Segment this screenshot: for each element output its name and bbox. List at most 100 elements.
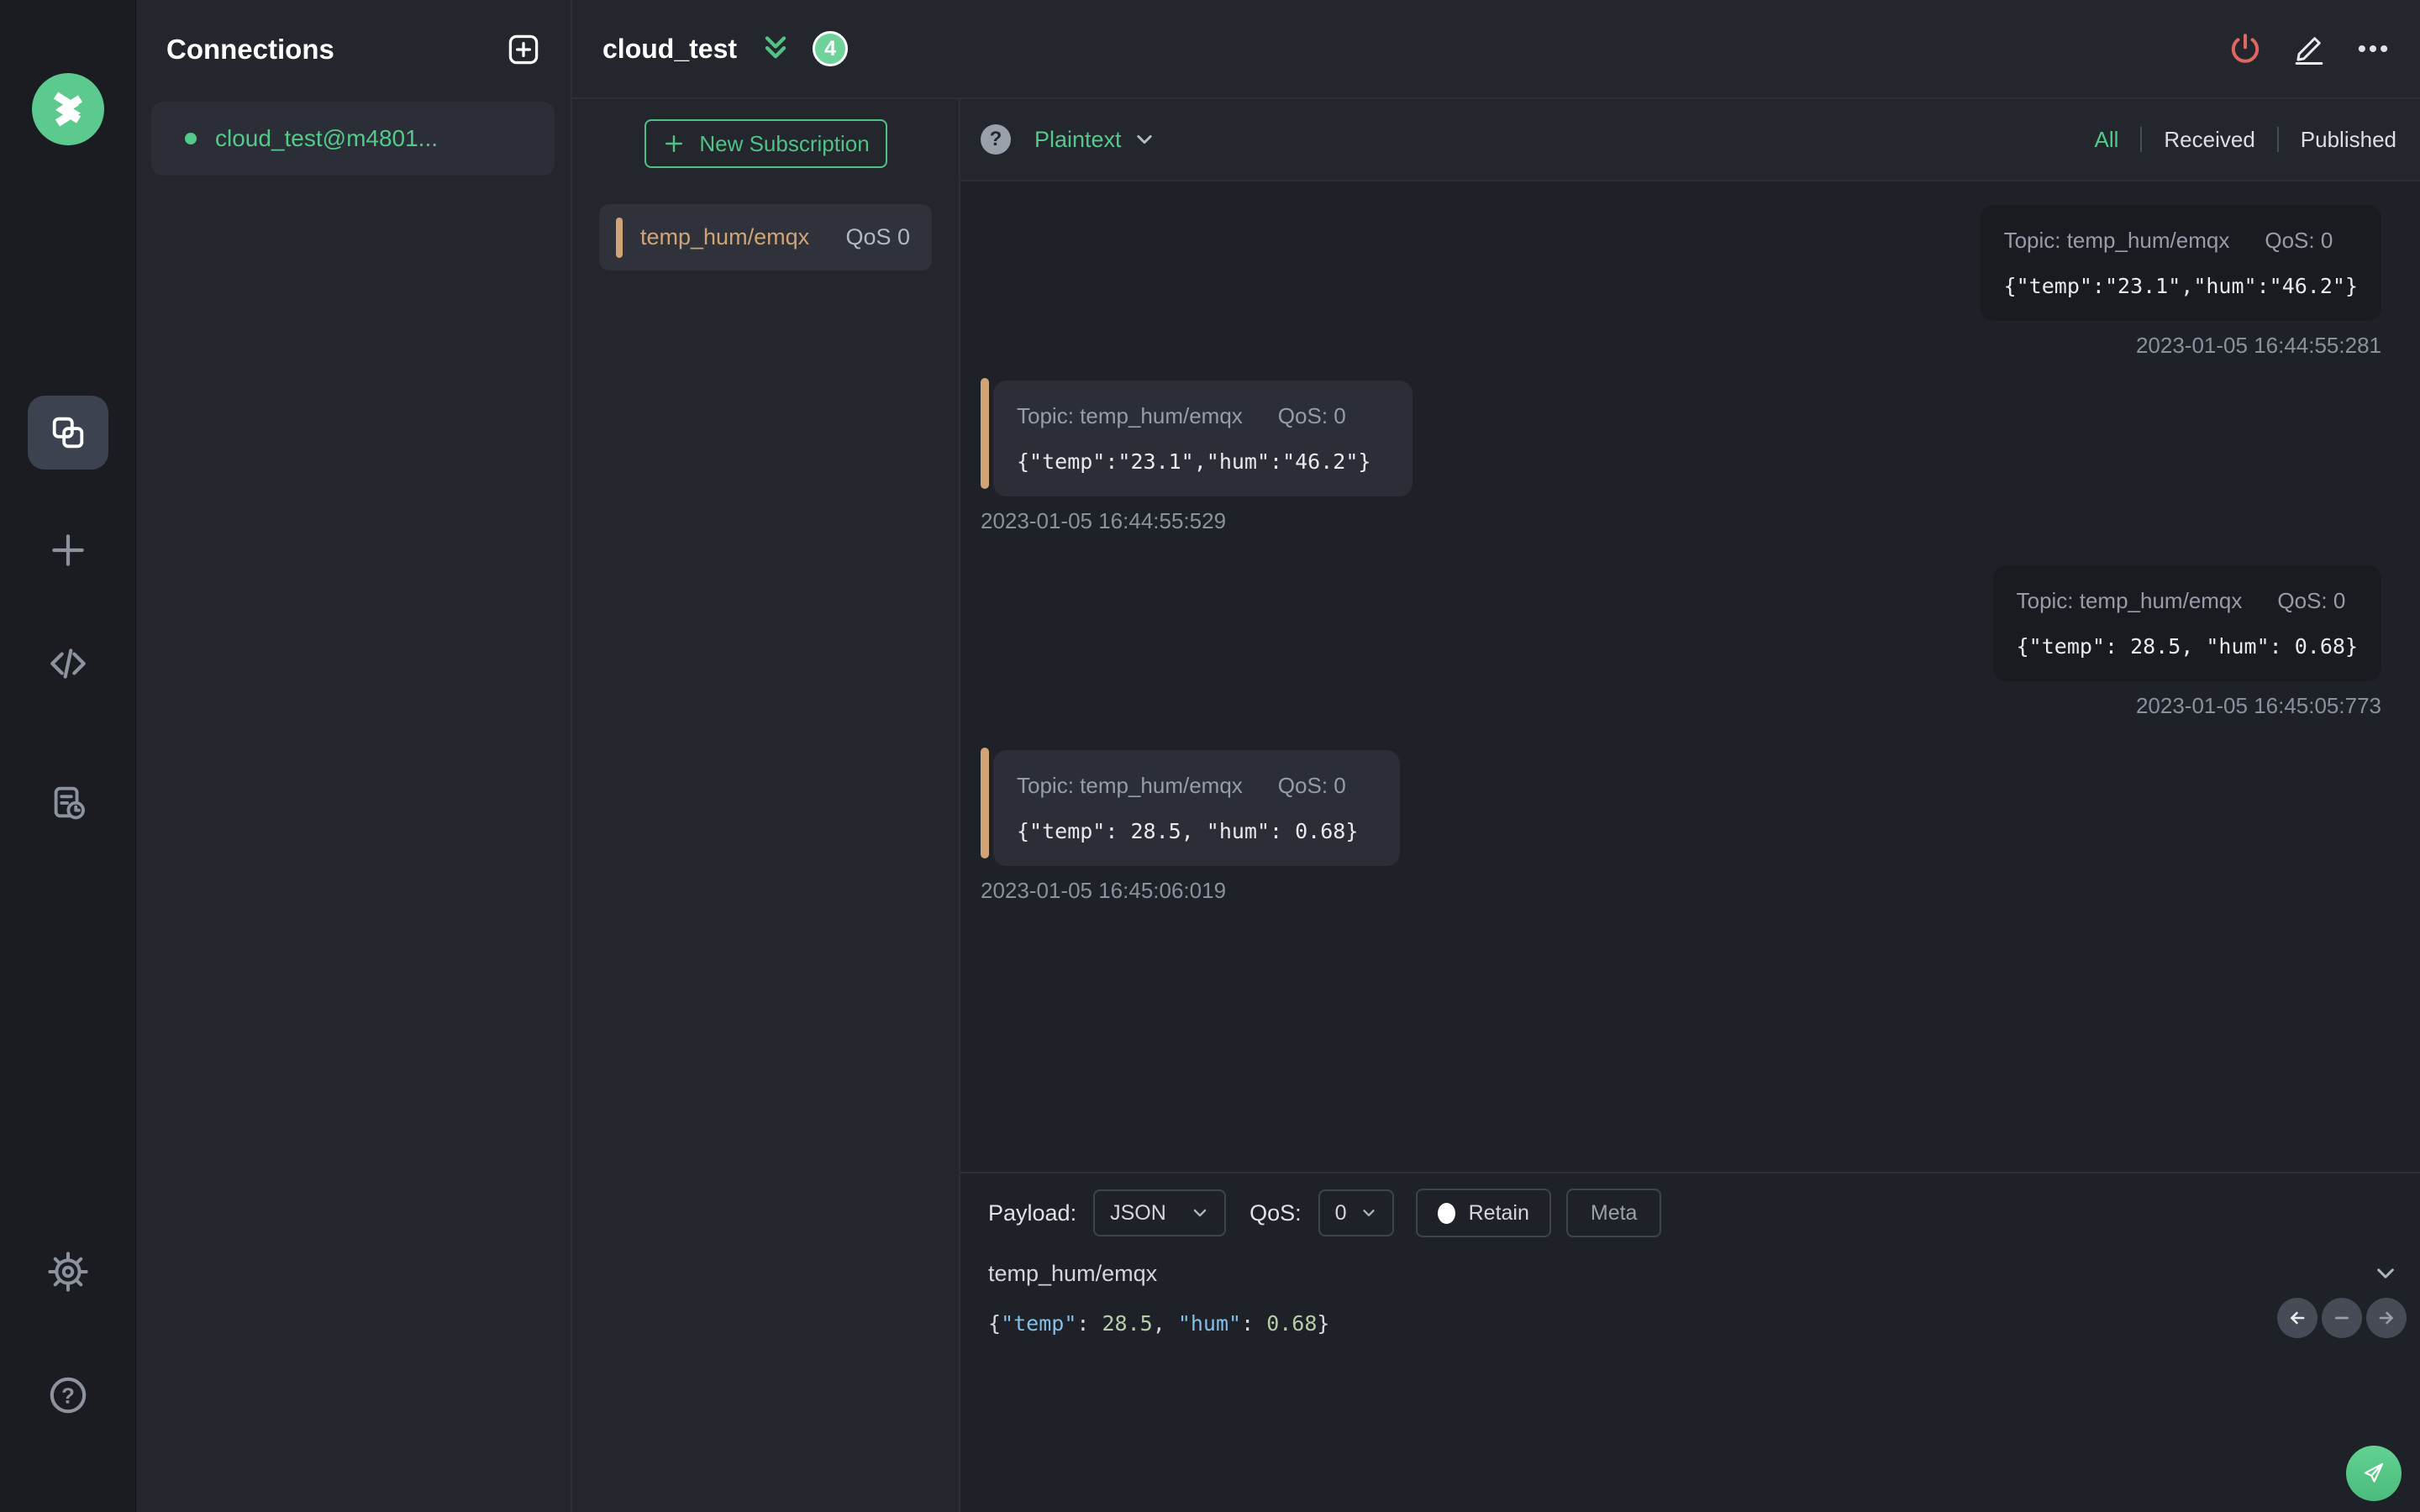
subscription-qos: QoS 0 <box>845 224 910 249</box>
connections-panel: Connections cloud_test@m4801... <box>136 0 572 1512</box>
help-icon: ? <box>50 1377 87 1414</box>
subscriptions-panel: New Subscription temp_hum/emqx QoS 0 <box>572 99 960 1512</box>
message-topic: Topic: temp_hum/emqx <box>2016 588 2243 613</box>
editor-token: : <box>1076 1311 1102 1336</box>
qos-dropdown[interactable]: 0 <box>1318 1189 1394 1236</box>
svg-text:?: ? <box>61 1383 75 1409</box>
clear-message-button[interactable] <box>2322 1298 2362 1338</box>
connection-list-item[interactable]: cloud_test@m4801... <box>151 102 555 176</box>
message-topic: Topic: temp_hum/emqx <box>2003 228 2230 253</box>
retain-toggle[interactable]: Retain <box>1415 1189 1551 1237</box>
message-published: Topic: temp_hum/emqx QoS: 0 {"temp":"23.… <box>981 205 2381 358</box>
connections-title: Connections <box>166 34 334 65</box>
unread-count-badge[interactable]: 4 <box>813 31 849 66</box>
editor-token: { <box>988 1311 1002 1336</box>
message-nav-buttons <box>2277 1298 2407 1338</box>
nav-new-connection[interactable] <box>47 529 89 571</box>
editor-token: "temp" <box>1001 1311 1077 1336</box>
activity-bar: ? <box>0 0 136 1512</box>
plus-icon <box>666 135 683 152</box>
message-payload: {"temp":"23.1","hum":"46.2"} <box>2003 274 2358 298</box>
editor-token: } <box>1317 1311 1330 1336</box>
minus-icon <box>2335 1316 2349 1320</box>
nav-log[interactable] <box>49 783 87 822</box>
payload-format-selector[interactable]: Plaintext <box>1034 127 1155 153</box>
prev-message-button[interactable] <box>2277 1298 2317 1338</box>
editor-token: : <box>1241 1311 1267 1336</box>
add-connection-button[interactable] <box>505 31 542 68</box>
payload-label: Payload: <box>988 1200 1077 1226</box>
next-message-button[interactable] <box>2366 1298 2407 1338</box>
qos-label: QoS: <box>1249 1200 1302 1226</box>
message-qos: QoS: 0 <box>2265 228 2333 253</box>
edit-connection-button[interactable] <box>2291 31 2327 66</box>
publish-panel: Payload: JSON QoS: 0 Retain Meta temp_hu… <box>960 1172 2420 1512</box>
messages-panel: ? Plaintext All Received Published Topic… <box>960 99 2420 1512</box>
message-topic: Topic: temp_hum/emqx <box>1017 403 1243 428</box>
collapse-chevrons-icon[interactable] <box>759 32 792 66</box>
collapse-editor-chevron[interactable] <box>2373 1261 2398 1286</box>
message-color-bar <box>981 378 989 489</box>
filter-published[interactable]: Published <box>2279 127 2400 153</box>
message-qos: QoS: 0 <box>1277 773 1346 798</box>
arrow-right-icon <box>2379 1311 2393 1325</box>
new-subscription-label: New Subscription <box>699 130 870 156</box>
payload-editor[interactable]: {"temp": 28.5, "hum": 0.68} <box>988 1311 2420 1336</box>
editor-token: "hum" <box>1177 1311 1242 1336</box>
disconnect-button[interactable] <box>2228 31 2263 66</box>
message-bubble[interactable]: Topic: temp_hum/emqx QoS: 0 {"temp": 28.… <box>1992 565 2381 681</box>
nav-help[interactable]: ? <box>47 1374 89 1416</box>
message-qos: QoS: 0 <box>2277 588 2346 613</box>
message-bubble[interactable]: Topic: temp_hum/emqx QoS: 0 {"temp": 28.… <box>981 748 1401 866</box>
send-button[interactable] <box>2346 1446 2402 1501</box>
subscription-topic: temp_hum/emqx <box>640 224 810 249</box>
connection-name: cloud_test@m4801... <box>215 125 439 151</box>
log-icon <box>54 786 85 820</box>
new-subscription-button[interactable]: New Subscription <box>644 119 887 168</box>
nav-settings[interactable] <box>48 1252 88 1292</box>
message-payload: {"temp": 28.5, "hum": 0.68} <box>1017 819 1359 843</box>
chevron-down-icon <box>1193 1209 1207 1217</box>
more-options-button[interactable] <box>2355 31 2391 66</box>
filter-all[interactable]: All <box>2072 127 2140 153</box>
message-timestamp: 2023-01-05 16:45:06:019 <box>981 878 1227 903</box>
meta-button[interactable]: Meta <box>1565 1189 1662 1237</box>
message-bubble[interactable]: Topic: temp_hum/emqx QoS: 0 {"temp":"23.… <box>1980 205 2381 321</box>
nav-script[interactable] <box>47 643 89 685</box>
meta-label: Meta <box>1590 1200 1638 1225</box>
connection-title: cloud_test <box>602 33 738 64</box>
app-logo <box>32 73 104 145</box>
payload-format-selected: JSON <box>1110 1200 1166 1225</box>
chevron-down-icon <box>1136 134 1152 144</box>
subscription-item[interactable]: temp_hum/emqx QoS 0 <box>599 204 932 270</box>
message-timestamp: 2023-01-05 16:45:05:773 <box>2135 693 2381 718</box>
message-bubble[interactable]: Topic: temp_hum/emqx QoS: 0 {"temp":"23.… <box>981 378 1413 496</box>
messages-toolbar: ? Plaintext All Received Published <box>960 99 2420 181</box>
mqttx-app: ? Connections cloud_test@m4801... cloud_… <box>0 0 2420 1512</box>
connections-header: Connections <box>136 0 571 99</box>
arrow-left-icon <box>2291 1311 2305 1325</box>
message-timestamp: 2023-01-05 16:44:55:529 <box>981 508 1227 533</box>
payload-format-help-icon[interactable]: ? <box>981 124 1011 155</box>
editor-token: , <box>1152 1311 1178 1336</box>
message-published: Topic: temp_hum/emqx QoS: 0 {"temp": 28.… <box>981 565 2381 718</box>
plus-icon <box>52 534 84 566</box>
payload-format-value: Plaintext <box>1034 126 1122 152</box>
subscription-color-bar <box>616 217 623 258</box>
retain-dot-icon <box>1437 1202 1455 1224</box>
message-payload: {"temp": 28.5, "hum": 0.68} <box>2016 634 2358 659</box>
message-timestamp: 2023-01-05 16:44:55:281 <box>2135 333 2381 358</box>
connection-header: cloud_test 4 <box>572 0 2420 99</box>
message-filters: All Received Published <box>2072 127 2400 153</box>
filter-received[interactable]: Received <box>2142 127 2276 153</box>
topic-input[interactable]: temp_hum/emqx <box>988 1261 1157 1287</box>
qos-selected: 0 <box>1334 1200 1347 1225</box>
mqttx-logo-icon <box>32 73 104 145</box>
payload-format-dropdown[interactable]: JSON <box>1093 1189 1227 1236</box>
message-topic: Topic: temp_hum/emqx <box>1017 773 1243 798</box>
nav-connections[interactable] <box>28 396 108 470</box>
main-area: cloud_test 4 New Subscription temp_hum/e… <box>572 0 2420 1512</box>
message-list[interactable]: Topic: temp_hum/emqx QoS: 0 {"temp":"23.… <box>960 181 2420 1172</box>
send-plane-icon <box>2364 1462 2384 1483</box>
editor-token: 0.68 <box>1266 1311 1318 1336</box>
